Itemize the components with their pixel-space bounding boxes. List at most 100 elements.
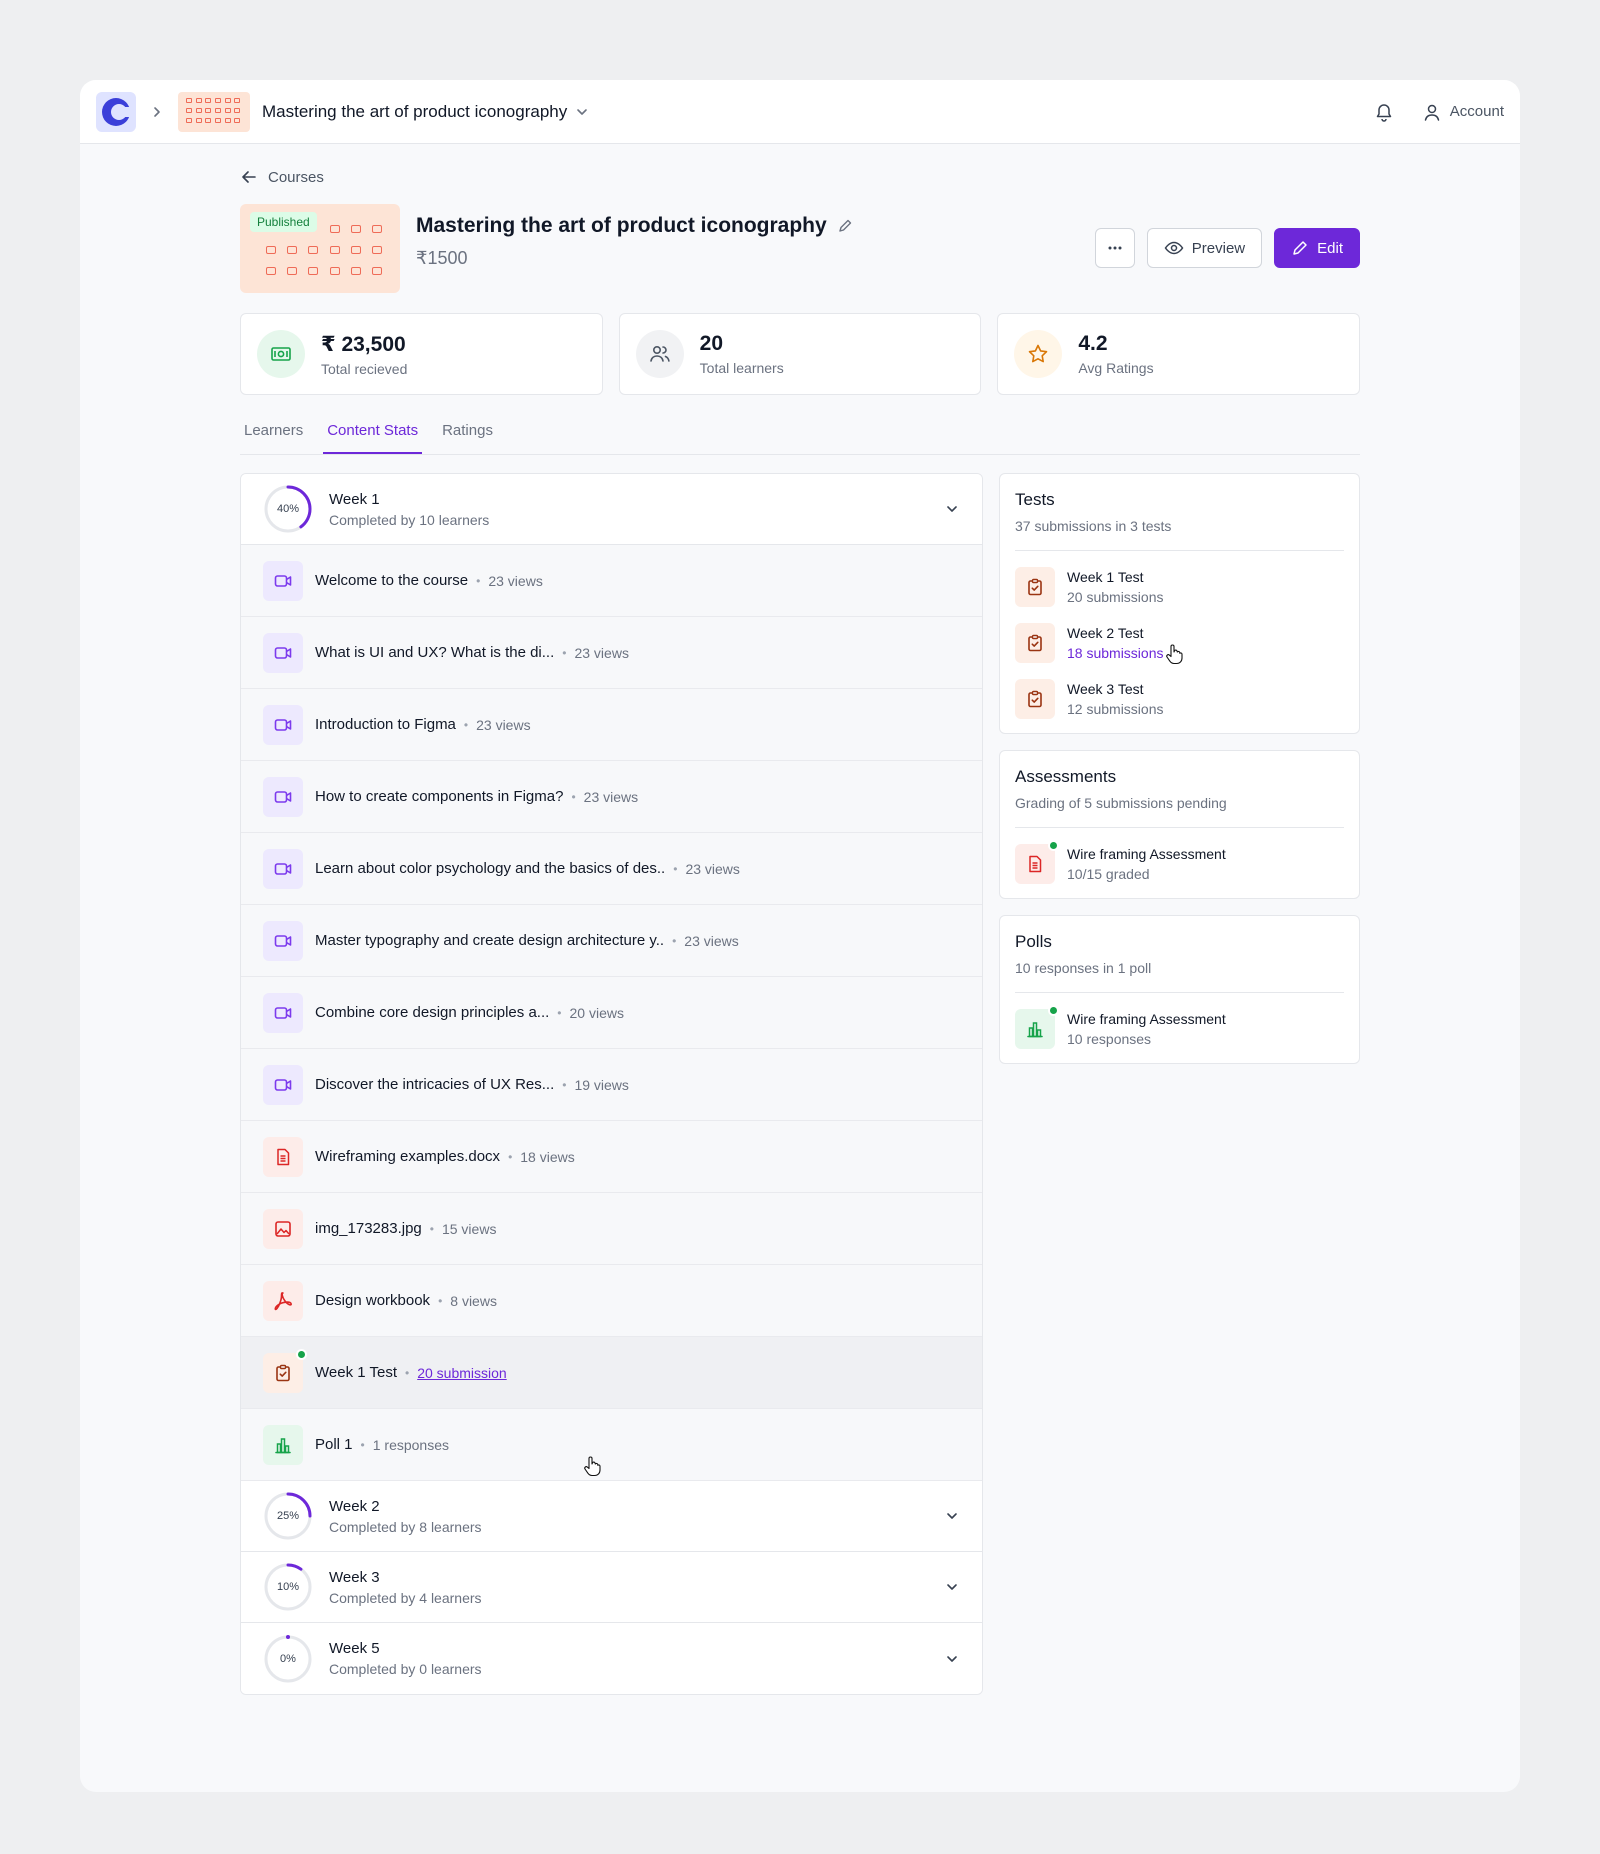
video-icon bbox=[263, 560, 303, 601]
clipboard-check-icon bbox=[1015, 679, 1055, 719]
week-row[interactable]: 0% Week 5 Completed by 0 learners bbox=[241, 1623, 982, 1694]
polls-title: Polls bbox=[1015, 932, 1052, 951]
back-to-courses-link[interactable]: Courses bbox=[240, 168, 1360, 186]
top-bar: Mastering the art of product iconography… bbox=[80, 80, 1520, 144]
week-title: Week 2 bbox=[329, 1497, 380, 1515]
row-title: Wire framing Assessment bbox=[1067, 1011, 1226, 1027]
tab-bar: Learners Content Stats Ratings bbox=[240, 415, 1360, 455]
assessments-row[interactable]: Wire framing Assessment 10/15 graded bbox=[1015, 840, 1344, 884]
star-icon bbox=[1014, 330, 1063, 378]
account-menu[interactable]: Account bbox=[1422, 102, 1504, 122]
course-switcher-title[interactable]: Mastering the art of product iconography bbox=[262, 102, 567, 122]
polls-subtitle: 10 responses in 1 poll bbox=[1015, 960, 1344, 993]
tests-row[interactable]: Week 1 Test 20 submissions bbox=[1015, 567, 1344, 607]
chevron-down-icon[interactable] bbox=[944, 1579, 960, 1595]
content-item[interactable]: Discover the intricacies of UX Res... • … bbox=[241, 1049, 982, 1121]
tests-title: Tests bbox=[1015, 490, 1055, 509]
content-item[interactable]: Wireframing examples.docx • 18 views bbox=[241, 1121, 982, 1193]
tab-content-stats[interactable]: Content Stats bbox=[323, 415, 423, 454]
week-title: Week 3 bbox=[329, 1568, 380, 1586]
item-name: What is UI and UX? What is the di... bbox=[315, 644, 555, 661]
separator-dot: • bbox=[557, 1005, 562, 1020]
assessments-card: Assessments Grading of 5 submissions pen… bbox=[999, 750, 1360, 899]
content-item[interactable]: Master typography and create design arch… bbox=[241, 905, 982, 977]
video-icon bbox=[263, 848, 303, 889]
video-icon bbox=[263, 1064, 303, 1105]
document-icon bbox=[263, 1136, 303, 1177]
week-row[interactable]: 10% Week 3 Completed by 4 learners bbox=[241, 1552, 982, 1623]
row-subtitle: 10 responses bbox=[1067, 1031, 1152, 1047]
clipboard-check-icon bbox=[263, 1348, 307, 1393]
item-meta: 23 views bbox=[476, 716, 531, 733]
separator-dot: • bbox=[673, 861, 678, 876]
progress-label: 0% bbox=[280, 1652, 296, 1665]
tests-row[interactable]: Week 2 Test 18 submissions bbox=[1015, 623, 1344, 665]
back-label: Courses bbox=[268, 168, 324, 186]
submissions-link[interactable]: 20 submission bbox=[417, 1365, 507, 1381]
row-title: Week 1 Test bbox=[1067, 569, 1144, 585]
money-icon bbox=[257, 330, 305, 378]
content-item[interactable]: Combine core design principles a... • 20… bbox=[241, 977, 982, 1049]
pdf-icon bbox=[263, 1280, 303, 1321]
sidebar-summary: Tests 37 submissions in 3 tests Week 1 T… bbox=[999, 473, 1360, 1064]
content-item[interactable]: Welcome to the course • 23 views bbox=[241, 545, 982, 617]
content-item[interactable]: Learn about color psychology and the bas… bbox=[241, 833, 982, 905]
separator-dot: • bbox=[562, 1077, 567, 1092]
item-meta: 20 views bbox=[569, 1004, 624, 1021]
week-row[interactable]: 25% Week 2 Completed by 8 learners bbox=[241, 1481, 982, 1552]
separator-dot: • bbox=[672, 933, 677, 948]
submissions-link[interactable]: 18 submissions bbox=[1067, 645, 1164, 661]
bell-icon[interactable] bbox=[1374, 102, 1394, 122]
chevron-down-icon[interactable] bbox=[575, 105, 589, 119]
chevron-down-icon[interactable] bbox=[944, 1651, 960, 1667]
chevron-down-icon[interactable] bbox=[944, 501, 960, 517]
item-name: Master typography and create design arch… bbox=[315, 932, 665, 949]
item-name: Introduction to Figma bbox=[315, 716, 456, 733]
polls-row[interactable]: Wire framing Assessment 10 responses bbox=[1015, 1005, 1344, 1049]
item-name: How to create components in Figma? bbox=[315, 788, 564, 805]
stat-value: 4.2 bbox=[1078, 332, 1108, 355]
row-subtitle: 12 submissions bbox=[1067, 701, 1164, 717]
row-subtitle: 20 submissions bbox=[1067, 589, 1164, 605]
document-icon bbox=[1015, 840, 1059, 884]
video-icon bbox=[263, 704, 303, 745]
tests-card: Tests 37 submissions in 3 tests Week 1 T… bbox=[999, 473, 1360, 734]
edit-label: Edit bbox=[1317, 239, 1343, 257]
course-title: Mastering the art of product iconography bbox=[416, 214, 827, 237]
progress-ring: 25% bbox=[263, 1491, 313, 1541]
content-item[interactable]: Introduction to Figma • 23 views bbox=[241, 689, 982, 761]
content-item[interactable]: img_173283.jpg • 15 views bbox=[241, 1193, 982, 1265]
item-name: Discover the intricacies of UX Res... bbox=[315, 1076, 555, 1093]
content-item[interactable]: Week 1 Test • 20 submission bbox=[241, 1337, 982, 1409]
tab-learners[interactable]: Learners bbox=[240, 415, 307, 454]
course-thumbnail-small bbox=[178, 91, 250, 132]
content-item[interactable]: Design workbook • 8 views bbox=[241, 1265, 982, 1337]
progress-ring: 40% bbox=[263, 484, 313, 534]
tests-subtitle: 37 submissions in 3 tests bbox=[1015, 518, 1344, 551]
content-item[interactable]: Poll 1 • 1 responses bbox=[241, 1409, 982, 1481]
week-row[interactable]: 40% Week 1 Completed by 10 learners bbox=[241, 474, 982, 545]
item-meta: 23 views bbox=[574, 644, 629, 661]
preview-label: Preview bbox=[1191, 239, 1246, 257]
preview-button[interactable]: Preview bbox=[1146, 228, 1263, 268]
content-item[interactable]: How to create components in Figma? • 23 … bbox=[241, 761, 982, 833]
status-dot bbox=[1048, 840, 1059, 851]
chevron-down-icon[interactable] bbox=[944, 1508, 960, 1524]
separator-dot: • bbox=[508, 1149, 513, 1164]
assessments-subtitle: Grading of 5 submissions pending bbox=[1015, 795, 1344, 828]
tests-row[interactable]: Week 3 Test 12 submissions bbox=[1015, 679, 1344, 719]
app-logo[interactable] bbox=[96, 91, 136, 132]
stat-card: ₹ 23,500 Total recieved bbox=[240, 313, 603, 395]
row-title: Week 3 Test bbox=[1067, 681, 1144, 697]
more-options-button[interactable] bbox=[1094, 228, 1135, 268]
row-title: Week 2 Test bbox=[1067, 625, 1144, 641]
edit-button[interactable]: Edit bbox=[1274, 228, 1360, 268]
tab-ratings[interactable]: Ratings bbox=[438, 415, 497, 454]
pencil-icon[interactable] bbox=[837, 218, 853, 234]
separator-dot: • bbox=[438, 1293, 443, 1308]
row-subtitle: 10/15 graded bbox=[1067, 866, 1150, 882]
item-name: Wireframing examples.docx bbox=[315, 1148, 501, 1165]
users-icon bbox=[635, 330, 684, 378]
content-item[interactable]: What is UI and UX? What is the di... • 2… bbox=[241, 617, 982, 689]
course-header: Published Mastering the art of product i… bbox=[240, 204, 1360, 293]
